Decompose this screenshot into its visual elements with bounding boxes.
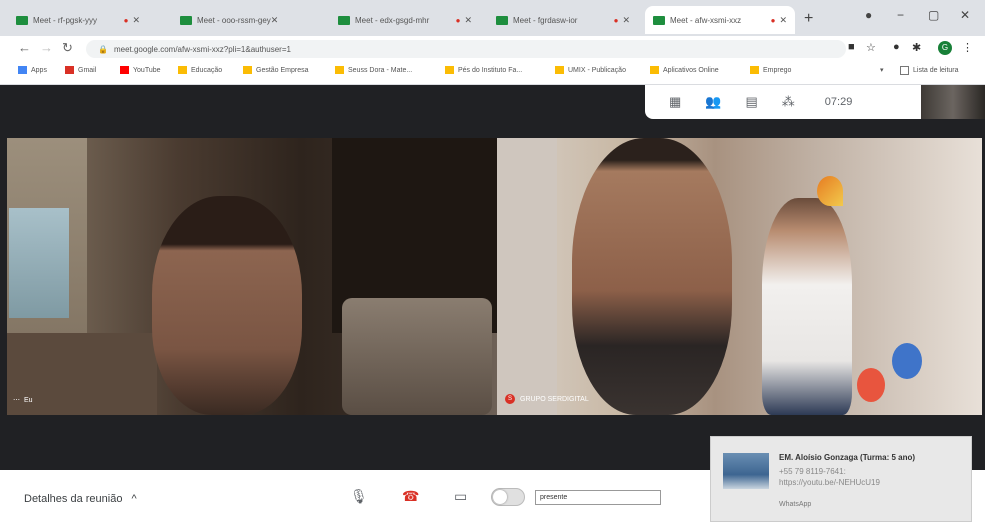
- layout-icon[interactable]: ▦: [669, 94, 681, 110]
- participant-face: [152, 196, 302, 415]
- notification-card[interactable]: EM. Aloísio Gonzaga (Turma: 5 ano) +55 7…: [710, 436, 972, 522]
- bookmark-folder[interactable]: Educação: [178, 66, 222, 74]
- self-view-thumbnail[interactable]: [921, 85, 985, 119]
- close-tab-icon[interactable]: ✕: [622, 15, 630, 26]
- second-person: [762, 198, 852, 415]
- new-tab-button[interactable]: +: [804, 10, 813, 28]
- chevron-up-icon: ^: [131, 493, 137, 505]
- participant-video-self[interactable]: ⋯ Eu: [7, 138, 497, 415]
- notification-source: WhatsApp: [779, 501, 812, 508]
- participant-name-label: ⋯ Eu: [13, 396, 33, 405]
- balloon: [857, 368, 885, 402]
- meeting-clock: 07:29: [824, 96, 853, 108]
- recording-dot-icon: ●: [455, 15, 461, 25]
- menu-icon[interactable]: ⋮: [962, 41, 973, 54]
- camera-icon[interactable]: ▭: [454, 488, 467, 505]
- tab-label: Meet - edx-gsgd-mhr: [355, 15, 430, 25]
- lock-icon: 🔒: [98, 44, 108, 54]
- window: [9, 208, 69, 318]
- recording-dot-icon: ●: [613, 15, 619, 25]
- meeting-details-button[interactable]: Detalhes da reunião ^: [24, 493, 137, 505]
- tab-label: Meet - fgrdasw-ior: [513, 15, 578, 25]
- tab-label: Meet - rf-pgsk-yyy: [33, 15, 98, 25]
- close-tab-icon[interactable]: ✕: [132, 15, 140, 26]
- recording-dot-icon: ●: [770, 15, 776, 25]
- chat-icon[interactable]: ▤: [745, 94, 757, 110]
- recording-dot-icon: ●: [123, 15, 129, 25]
- participant-name-label: S GRUPO SERDIGITAL: [505, 394, 589, 404]
- bookmark-youtube[interactable]: YouTube: [120, 66, 161, 74]
- extension-icon[interactable]: ●: [893, 41, 900, 53]
- forward-icon[interactable]: →: [40, 40, 53, 55]
- bookmark-star-icon[interactable]: ☆: [866, 41, 876, 54]
- meet-icon: [653, 15, 665, 25]
- meet-icon: [338, 15, 350, 25]
- bookmark-folder[interactable]: UMIX - Publicação: [555, 66, 626, 74]
- bookmark-gmail[interactable]: Gmail: [65, 66, 96, 74]
- back-icon[interactable]: ←: [18, 40, 31, 55]
- activities-icon[interactable]: ⁂: [782, 94, 795, 110]
- hang-up-icon[interactable]: ☎: [402, 488, 419, 505]
- people-icon[interactable]: 👥: [705, 94, 721, 110]
- browser-tab[interactable]: Meet - edx-gsgd-mhr ● ✕: [330, 6, 480, 34]
- tab-search-icon[interactable]: ●: [865, 8, 872, 22]
- participant-avatar: S: [505, 394, 515, 404]
- close-tab-icon[interactable]: ✕: [464, 15, 472, 26]
- door: [497, 138, 557, 415]
- microphone-icon[interactable]: 🎙: [350, 488, 368, 505]
- meet-icon: [180, 15, 192, 25]
- reading-list[interactable]: Lista de leitura: [900, 66, 959, 75]
- bookmark-folder[interactable]: Seuss Dora - Mate...: [335, 66, 412, 74]
- participant-face: [572, 138, 732, 415]
- presence-toggle[interactable]: [491, 488, 525, 506]
- bookmark-folder[interactable]: Emprego: [750, 66, 791, 74]
- reload-icon[interactable]: ↻: [62, 40, 73, 56]
- chevron-down-icon[interactable]: ▾: [880, 66, 884, 74]
- toggle-knob: [493, 490, 507, 504]
- browser-tab[interactable]: Meet - rf-pgsk-yyy ● ✕: [8, 6, 148, 34]
- bookmark-apps[interactable]: Apps: [18, 66, 47, 74]
- tab-label: Meet - ooo-rssm-gey: [197, 15, 271, 25]
- notification-title: EM. Aloísio Gonzaga (Turma: 5 ano): [779, 453, 916, 462]
- browser-tab[interactable]: Meet - fgrdasw-ior ● ✕: [488, 6, 638, 34]
- maximize-icon[interactable]: ▢: [928, 8, 939, 22]
- close-tab-icon[interactable]: ✕: [271, 15, 279, 26]
- bookmark-folder[interactable]: Pés do Instituto Fa...: [445, 66, 522, 74]
- armchair: [342, 298, 492, 415]
- minimize-icon[interactable]: −: [897, 8, 904, 22]
- more-icon: ⋯: [13, 397, 20, 404]
- presence-input[interactable]: presente: [535, 490, 661, 505]
- balloon: [892, 343, 922, 379]
- bookmark-folder[interactable]: Aplicativos Online: [650, 66, 719, 74]
- notification-thumbnail: [723, 453, 769, 489]
- tab-label: Meet - afw-xsmi-xxz: [670, 15, 742, 25]
- url-text: meet.google.com/afw-xsmi-xxz?pli=1&authu…: [113, 44, 291, 54]
- tab-strip: Meet - rf-pgsk-yyy ● ✕ Meet - ooo-rssm-g…: [0, 0, 985, 36]
- close-tab-icon[interactable]: ✕: [779, 15, 787, 26]
- bookmark-folder[interactable]: Gestão Empresa: [243, 66, 309, 74]
- profile-avatar[interactable]: G: [938, 41, 952, 55]
- meet-icon: [16, 15, 28, 25]
- address-bar[interactable]: 🔒 meet.google.com/afw-xsmi-xxz?pli=1&aut…: [86, 40, 846, 58]
- notification-body: +55 79 8119-7641: https://youtu.be/-NEHU…: [779, 467, 880, 487]
- browser-tab[interactable]: Meet - ooo-rssm-gey ✕: [172, 6, 322, 34]
- puzzle-icon[interactable]: ✱: [912, 41, 921, 54]
- browser-tab-active[interactable]: Meet - afw-xsmi-xxz ● ✕: [645, 6, 795, 34]
- feather-headdress: [817, 176, 843, 206]
- close-window-icon[interactable]: ✕: [960, 8, 970, 22]
- meet-icon: [496, 15, 508, 25]
- camera-indicator-icon[interactable]: ■: [848, 41, 855, 53]
- participant-video-grupo[interactable]: S GRUPO SERDIGITAL: [497, 138, 982, 415]
